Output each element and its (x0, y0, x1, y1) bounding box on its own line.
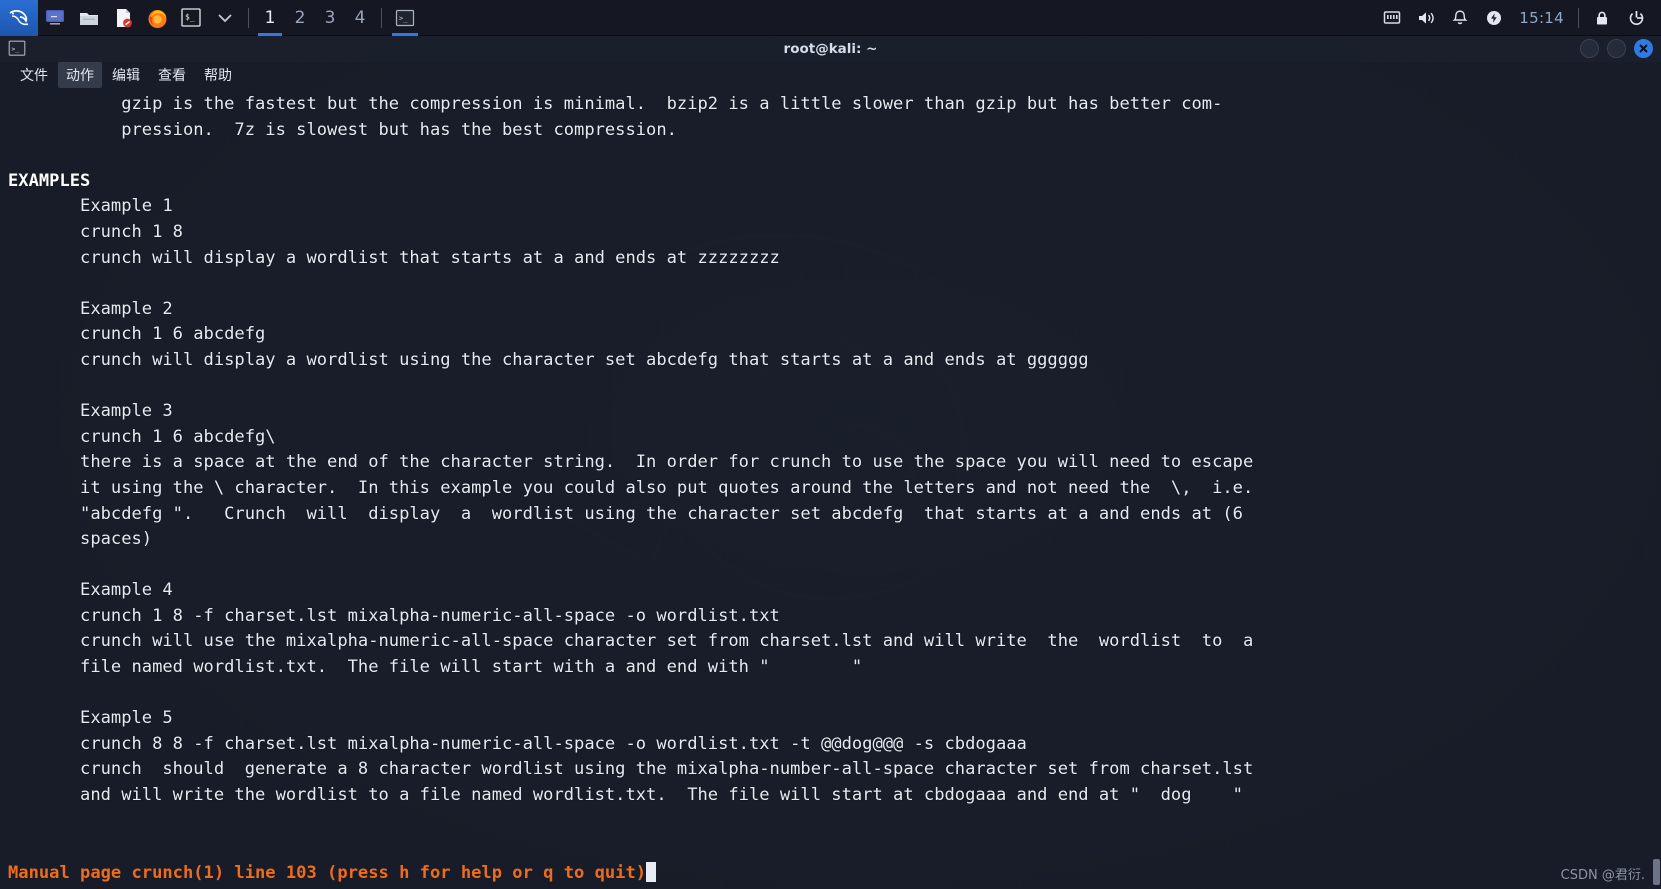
terminal-window: >_ root@kali: ~ 文件 动作 编辑 查看 帮助 gzip is t… (0, 36, 1661, 889)
menu-edit[interactable]: 编辑 (104, 62, 148, 88)
taskbar-window-terminal[interactable]: >_ (388, 0, 422, 36)
workspace-button-2[interactable]: 2 (285, 0, 315, 36)
desktop: $_ 1 2 3 4 >_ 15:14 >_ root@kali: ~ 文件 动… (0, 0, 1661, 889)
logout-icon[interactable] (1619, 0, 1653, 36)
kali-dragon-icon (9, 9, 29, 25)
ethernet-icon (1384, 10, 1401, 24)
menu-file[interactable]: 文件 (12, 62, 56, 88)
manpage-text: gzip is the fastest but the compression … (8, 94, 1254, 806)
panel-tray: 15:14 (1375, 0, 1661, 36)
minimize-button[interactable] (1580, 39, 1599, 58)
pager-status-line: Manual page crunch(1) line 103 (press h … (8, 861, 657, 887)
workspace-button-1[interactable]: 1 (255, 0, 285, 36)
terminal-launcher[interactable]: $_ (174, 0, 208, 36)
monitor-icon (46, 9, 64, 25)
padlock-icon (1597, 11, 1607, 24)
examples-heading: EXAMPLES (8, 170, 91, 191)
document-icon (117, 8, 132, 27)
launcher-dropdown[interactable] (208, 0, 242, 36)
text-editor-launcher[interactable] (106, 0, 140, 36)
window-controls (1580, 39, 1653, 58)
clock[interactable]: 15:14 (1511, 9, 1572, 27)
file-manager-launcher[interactable] (72, 0, 106, 36)
panel-separator-2 (381, 7, 382, 28)
power-exit-icon (1629, 10, 1643, 25)
terminal-window-icon: >_ (8, 40, 26, 56)
kali-applications-menu-button[interactable] (0, 0, 38, 36)
menu-actions[interactable]: 动作 (58, 62, 102, 88)
close-icon (1639, 44, 1648, 53)
volume-icon[interactable] (1409, 0, 1443, 36)
menu-help[interactable]: 帮助 (196, 62, 240, 88)
svg-text:$_: $_ (185, 13, 195, 22)
power-manager-icon[interactable] (1477, 0, 1511, 36)
lock-screen-icon[interactable] (1585, 0, 1619, 36)
speaker-icon (1419, 11, 1434, 24)
maximize-button[interactable] (1607, 39, 1626, 58)
workspace-button-4[interactable]: 4 (345, 0, 375, 36)
bell-icon (1452, 9, 1468, 24)
svg-text:>_: >_ (399, 14, 408, 22)
terminal-emulator-launcher[interactable] (38, 0, 72, 36)
panel-separator (248, 7, 249, 28)
terminal-content-area[interactable]: gzip is the fastest but the compression … (0, 88, 1661, 889)
network-icon[interactable] (1375, 0, 1409, 36)
window-icon: >_ (8, 40, 26, 61)
workspace-button-3[interactable]: 3 (315, 0, 345, 36)
folder-icon (80, 12, 98, 25)
text-cursor (646, 862, 657, 883)
menu-view[interactable]: 查看 (150, 62, 194, 88)
scrollbar-thumb[interactable] (1653, 859, 1660, 885)
notifications-icon[interactable] (1443, 0, 1477, 36)
top-panel: $_ 1 2 3 4 >_ 15:14 (0, 0, 1661, 36)
panel-separator-3 (1578, 7, 1579, 28)
terminal-window-icon: >_ (395, 9, 415, 26)
chevron-down-icon (218, 13, 232, 22)
panel-launchers: $_ 1 2 3 4 >_ (0, 0, 422, 36)
window-title: root@kali: ~ (783, 41, 878, 57)
power-bolt-icon (1487, 10, 1502, 25)
terminal-prompt-icon: $_ (181, 8, 201, 27)
pager-status-text: Manual page crunch(1) line 103 (press h … (8, 863, 647, 884)
close-button[interactable] (1634, 39, 1653, 58)
firefox-icon (148, 9, 166, 28)
firefox-launcher[interactable] (140, 0, 174, 36)
menu-bar: 文件 动作 编辑 查看 帮助 (0, 62, 1661, 88)
svg-text:>_: >_ (11, 45, 19, 53)
window-titlebar[interactable]: >_ root@kali: ~ (0, 36, 1661, 62)
csdn-watermark: CSDN @君衍. (1560, 868, 1645, 883)
